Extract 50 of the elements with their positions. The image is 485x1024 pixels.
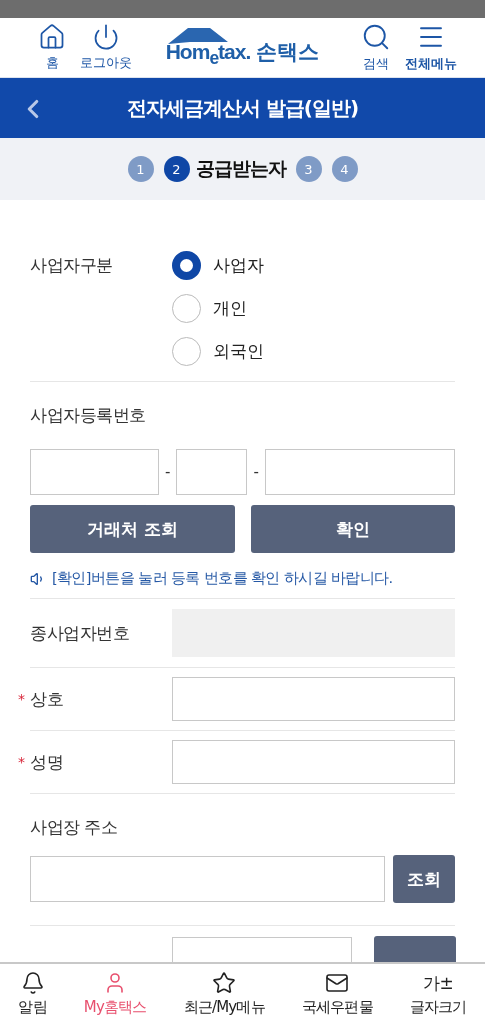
action-button[interactable]: 거래처 조회	[30, 505, 235, 553]
address-field[interactable]	[30, 856, 385, 902]
input-field[interactable]	[176, 449, 248, 495]
radio-button[interactable]	[172, 251, 201, 280]
radio-label: 사업자	[213, 254, 264, 277]
lookup-button[interactable]: 조회	[393, 855, 455, 903]
star-icon	[212, 971, 237, 995]
field-label: 사업자등록번호	[30, 404, 147, 427]
radio-label: 개인	[213, 297, 247, 320]
nav-tab[interactable]: My홈택스	[83, 971, 147, 1017]
nav-tab[interactable]: 가± 글자크기	[409, 971, 467, 1017]
search-icon	[361, 22, 391, 52]
step-number: 3	[295, 156, 322, 182]
header-link[interactable]: 홈	[38, 23, 66, 72]
header-link[interactable]: 전체메뉴	[405, 22, 457, 73]
input-field[interactable]	[172, 740, 455, 784]
required-mark: *	[18, 691, 26, 707]
notice-text: [확인]버튼을 눌러 등록 번호를 확인 하시길 바랍니다.	[52, 569, 393, 588]
action-button[interactable]: 확인	[250, 505, 455, 553]
nav-tab[interactable]: 최근/My메뉴	[183, 971, 265, 1017]
font-size-icon: 가±	[423, 971, 453, 995]
field-label: 성명	[30, 750, 64, 774]
step-label: 공급받는자	[195, 156, 286, 181]
nav-tab[interactable]: 국세우편물	[301, 971, 373, 1017]
app-name: 손택스	[256, 38, 320, 66]
header-link[interactable]: 로그아웃	[80, 23, 132, 72]
field-label: 사업자구분	[30, 254, 114, 277]
radio-button[interactable]	[172, 337, 201, 366]
input-field[interactable]	[30, 449, 159, 495]
separator-text: -	[165, 463, 171, 481]
bell-icon	[20, 971, 45, 995]
logo-text: Hom$_{e}$tax.	[165, 39, 251, 70]
field-label: 종사업자번호	[30, 621, 130, 645]
separator-text: -	[253, 463, 259, 481]
input-field[interactable]	[172, 677, 455, 721]
step-number: 4	[331, 156, 358, 182]
step-number: 1	[127, 156, 154, 182]
mail-icon	[325, 971, 350, 995]
home-icon	[38, 23, 66, 51]
power-icon	[92, 23, 120, 51]
field-label: 상호	[30, 687, 64, 711]
nav-tab[interactable]: 알림	[18, 971, 47, 1017]
radio-label: 외국인	[213, 340, 264, 363]
step-number: 2	[163, 156, 190, 182]
input-field[interactable]	[264, 449, 455, 495]
required-mark: *	[18, 754, 26, 770]
page-title: 전자세금계산서 발급(일반)	[126, 94, 359, 122]
radio-button[interactable]	[172, 294, 201, 323]
field-label: 사업장 주소	[30, 816, 119, 839]
header-link[interactable]: 검색	[361, 22, 391, 73]
